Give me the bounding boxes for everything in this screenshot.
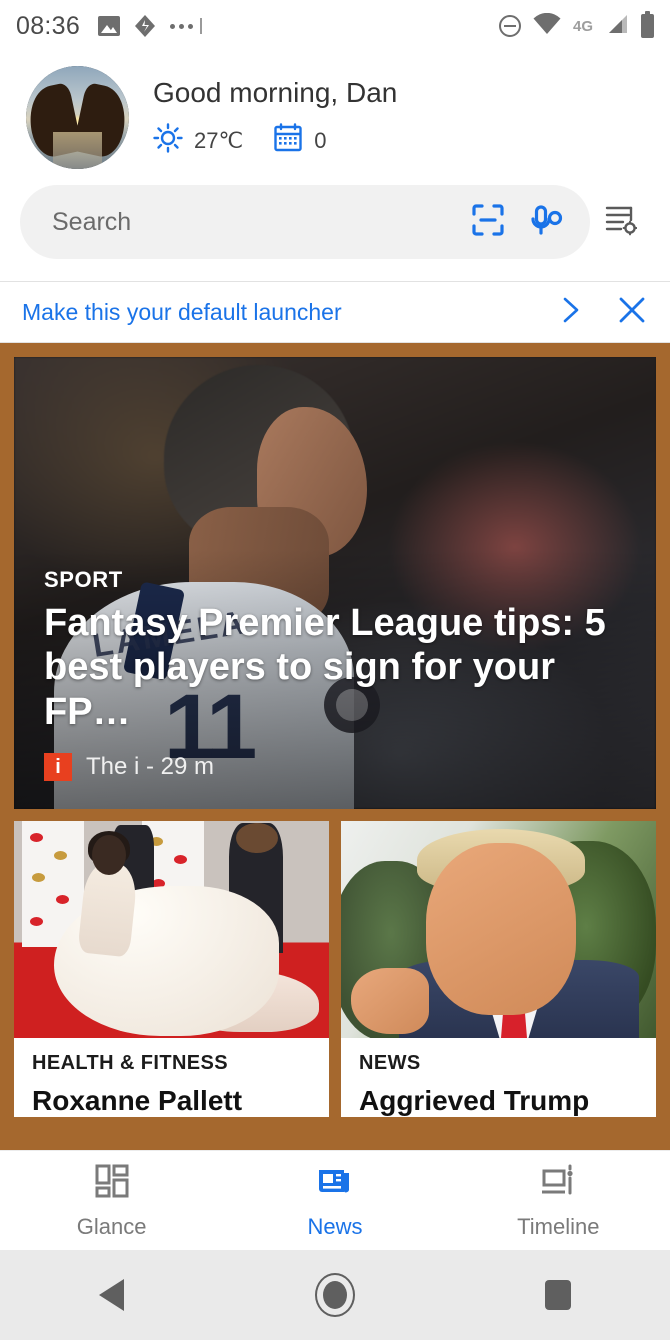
tab-timeline-label: Timeline (517, 1213, 600, 1239)
back-triangle-icon (99, 1279, 125, 1311)
signal-icon (605, 13, 629, 40)
news-paper-icon (316, 1162, 354, 1205)
status-bar-system-icons: 4G (498, 11, 654, 40)
search-bar[interactable]: Search (20, 185, 590, 259)
calendar-chip[interactable]: 0 (273, 123, 326, 158)
system-home-button[interactable] (223, 1273, 446, 1317)
feed-settings-button[interactable] (590, 203, 650, 242)
home-circle-icon (314, 1273, 355, 1317)
article-card[interactable]: HEALTH & FITNESS Roxanne Pallett (14, 821, 329, 1118)
sun-icon (153, 123, 183, 158)
default-launcher-banner[interactable]: Make this your default launcher (0, 281, 670, 343)
drive-icon (134, 14, 156, 38)
hero-category: SPORT (44, 566, 123, 592)
status-bar: 08:36 4G (0, 0, 670, 52)
tab-glance-label: Glance (76, 1213, 147, 1239)
status-bar-clock: 08:36 (16, 11, 81, 40)
lens-scan-icon[interactable] (470, 202, 506, 243)
timeline-icon (539, 1162, 577, 1205)
system-back-button[interactable] (0, 1279, 223, 1311)
hero-source-text: The i - 29 m (86, 753, 215, 780)
calendar-icon (273, 123, 303, 158)
greeting-meta-row: 27℃ 0 (153, 123, 397, 158)
network-type-label: 4G (572, 17, 593, 35)
card-headline: Aggrieved Trump (359, 1085, 590, 1116)
card-image (341, 821, 656, 1038)
greeting-text-column: Good morning, Dan 27℃ 0 (153, 77, 397, 158)
calendar-event-count: 0 (314, 127, 327, 153)
glance-grid-icon (93, 1162, 131, 1205)
weather-temperature: 27℃ (194, 127, 244, 153)
microphone-icon[interactable] (528, 202, 564, 243)
feed-settings-icon (603, 203, 638, 242)
more-notifications-icon (170, 18, 203, 34)
secondary-cards-row: HEALTH & FITNESS Roxanne Pallett NEWS Ag… (14, 821, 656, 1118)
news-feed: LAMELA 11 SPORT Fantasy Premier League t… (0, 343, 670, 1131)
wifi-icon (533, 12, 561, 40)
greeting-header: Good morning, Dan 27℃ 0 (0, 52, 670, 179)
search-row: Search (0, 179, 670, 281)
tab-timeline[interactable]: Timeline (447, 1162, 670, 1240)
card-body: NEWS Aggrieved Trump (341, 1038, 656, 1117)
chevron-right-icon[interactable] (556, 295, 586, 330)
banner-actions (556, 294, 648, 331)
banner-text: Make this your default launcher (22, 298, 342, 325)
close-icon[interactable] (616, 294, 648, 331)
article-card[interactable]: NEWS Aggrieved Trump (341, 821, 656, 1118)
hero-headline: Fantasy Premier League tips: 5 best play… (44, 601, 606, 734)
do-not-disturb-icon (498, 15, 521, 37)
avatar[interactable] (26, 66, 129, 169)
hero-text-block: SPORT Fantasy Premier League tips: 5 bes… (44, 567, 632, 781)
hero-article-card[interactable]: LAMELA 11 SPORT Fantasy Premier League t… (14, 357, 656, 809)
card-category: NEWS (359, 1052, 421, 1074)
battery-icon (641, 11, 654, 38)
weather-chip[interactable]: 27℃ (153, 123, 243, 158)
card-body: HEALTH & FITNESS Roxanne Pallett (14, 1038, 329, 1117)
hero-source-row: i The i - 29 m (44, 753, 632, 781)
card-image (14, 821, 329, 1038)
page-title: Good morning, Dan (153, 77, 398, 108)
image-icon (98, 16, 121, 36)
phone-screen: 08:36 4G Good morning, Dan 27℃ 0 Search … (0, 0, 670, 1340)
card-category: HEALTH & FITNESS (32, 1052, 229, 1074)
bottom-navigation: Glance News Timeline (0, 1150, 670, 1250)
system-recents-button[interactable] (447, 1280, 670, 1310)
system-navigation-bar (0, 1250, 670, 1340)
tab-news[interactable]: News (223, 1162, 446, 1240)
status-bar-notification-icons (98, 14, 203, 38)
search-input[interactable]: Search (52, 208, 448, 237)
source-logo-icon: i (44, 753, 72, 781)
tab-news-label: News (307, 1213, 363, 1239)
card-headline: Roxanne Pallett (32, 1085, 243, 1116)
tab-glance[interactable]: Glance (0, 1162, 223, 1240)
recents-square-icon (545, 1280, 572, 1310)
